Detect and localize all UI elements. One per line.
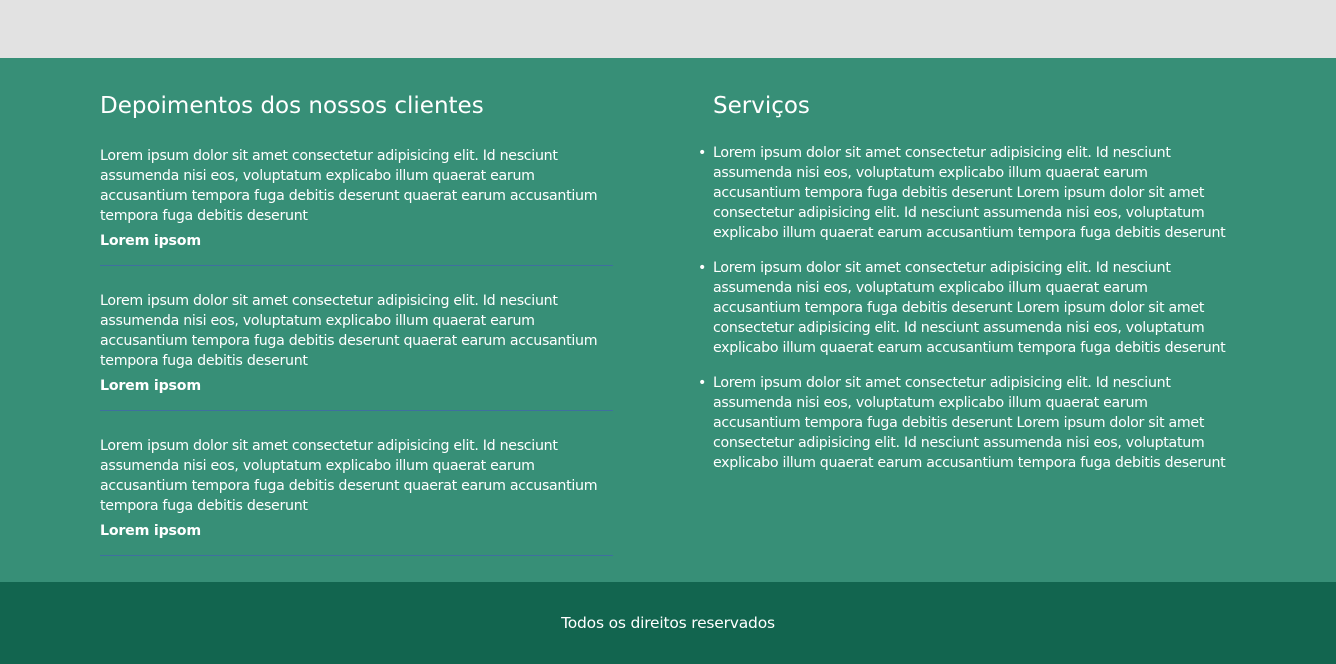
service-text: Lorem ipsum dolor sit amet consectetur a…	[713, 260, 1226, 356]
service-text: Lorem ipsum dolor sit amet consectetur a…	[713, 375, 1226, 471]
testimonial-item: Lorem ipsum dolor sit amet consectetur a…	[100, 436, 613, 556]
services-title: Serviços	[713, 93, 810, 119]
testimonial-text: Lorem ipsum dolor sit amet consectetur a…	[100, 148, 598, 224]
testimonial-author: Lorem ipsom	[100, 233, 201, 249]
testimonial-item: Lorem ipsum dolor sit amet consectetur a…	[100, 146, 613, 266]
services-list: • Lorem ipsum dolor sit amet consectetur…	[698, 143, 1226, 473]
testimonial-item: Lorem ipsum dolor sit amet consectetur a…	[100, 291, 613, 411]
services-column: Serviços • Lorem ipsum dolor sit amet co…	[698, 58, 1226, 488]
list-item: • Lorem ipsum dolor sit amet consectetur…	[698, 143, 1226, 243]
testimonial-text: Lorem ipsum dolor sit amet consectetur a…	[100, 293, 598, 369]
footer: Todos os direitos reservados	[0, 582, 1336, 664]
list-item: • Lorem ipsum dolor sit amet consectetur…	[698, 258, 1226, 358]
top-band	[0, 0, 1336, 58]
testimonial-author: Lorem ipsom	[100, 378, 201, 394]
bullet-icon: •	[697, 145, 707, 161]
bullet-icon: •	[697, 260, 707, 276]
testimonial-list: Lorem ipsum dolor sit amet consectetur a…	[100, 146, 613, 556]
testimonials-column: Depoimentos dos nossos clientes Lorem ip…	[100, 58, 613, 556]
content-section: Depoimentos dos nossos clientes Lorem ip…	[0, 58, 1336, 582]
testimonial-author: Lorem ipsom	[100, 523, 201, 539]
testimonials-title: Depoimentos dos nossos clientes	[100, 93, 484, 119]
footer-copyright: Todos os direitos reservados	[561, 614, 775, 632]
bullet-icon: •	[697, 375, 707, 391]
list-item: • Lorem ipsum dolor sit amet consectetur…	[698, 373, 1226, 473]
service-text: Lorem ipsum dolor sit amet consectetur a…	[713, 145, 1226, 241]
testimonial-text: Lorem ipsum dolor sit amet consectetur a…	[100, 438, 598, 514]
